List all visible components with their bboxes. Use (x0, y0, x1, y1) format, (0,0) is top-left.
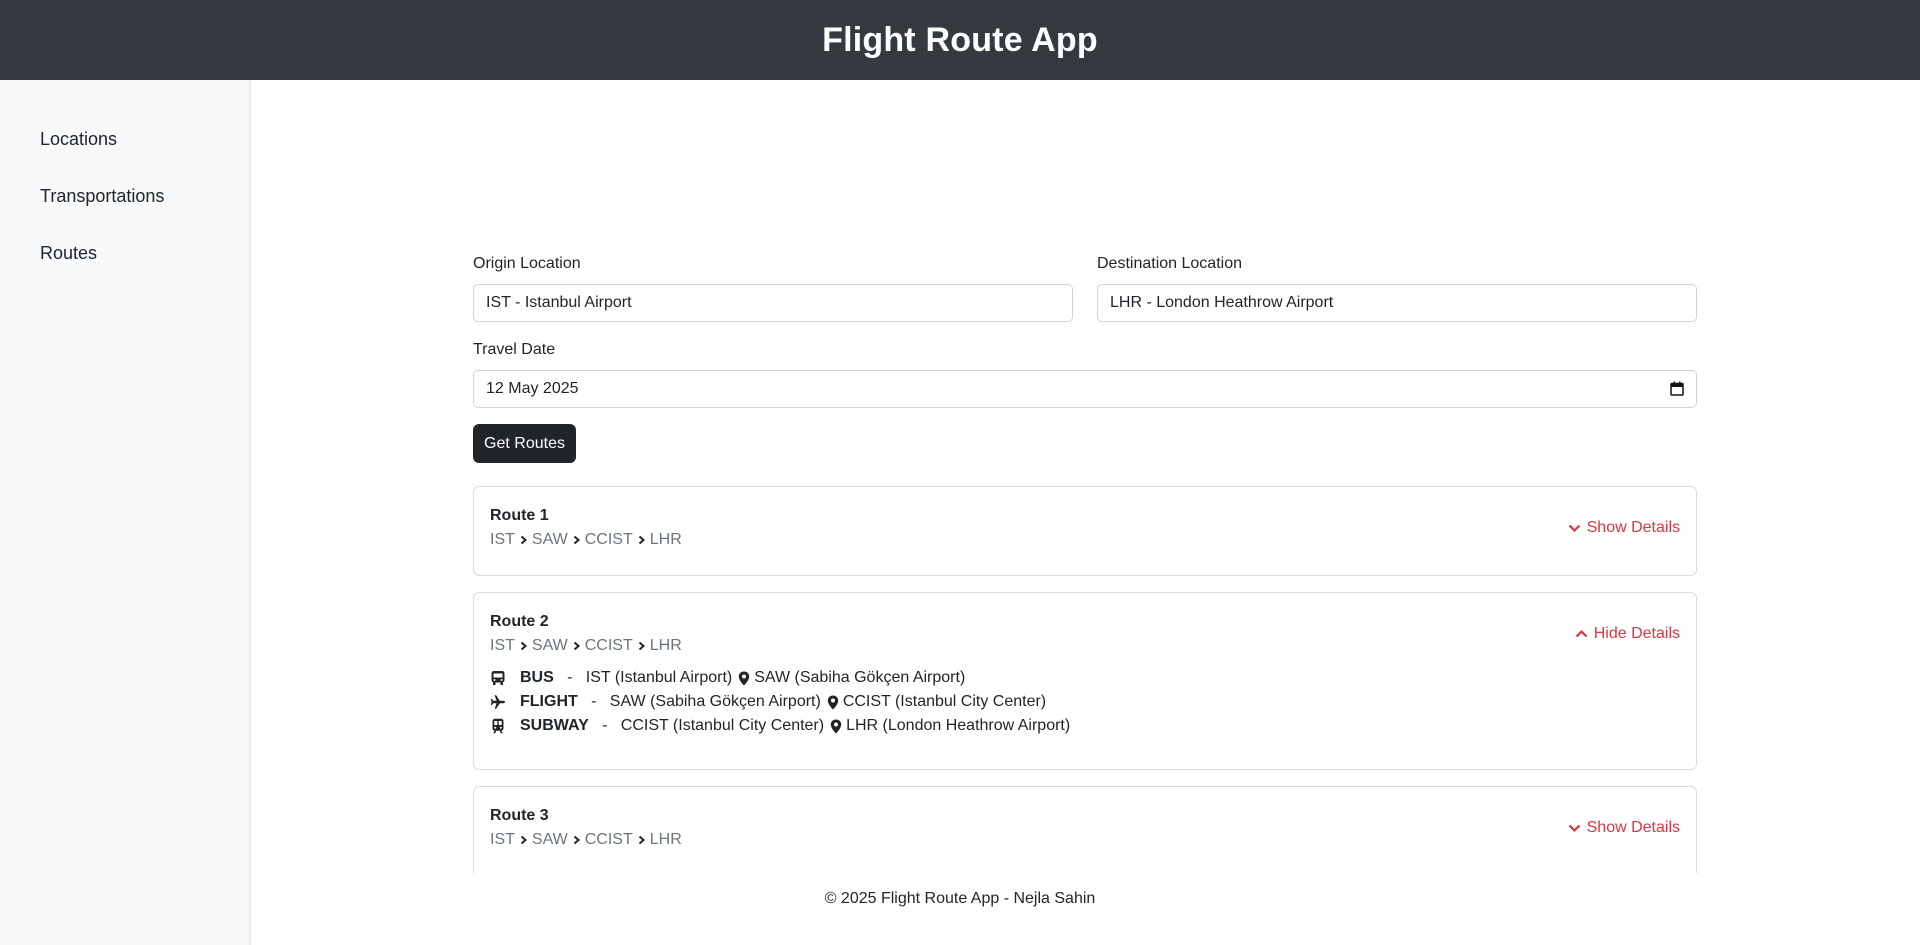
get-routes-button[interactable]: Get Routes (473, 424, 576, 463)
show-details-button[interactable]: Show Details (1568, 819, 1680, 837)
toggle-label: Show Details (1586, 519, 1680, 536)
route-card: Route 3 IST SAW CCIST LHR Show Details (473, 786, 1697, 873)
bus-icon (491, 671, 505, 685)
route-stop: IST (490, 531, 515, 548)
app-title: Flight Route App (822, 20, 1098, 59)
chevron-right-icon (638, 535, 645, 545)
destination-value: LHR - London Heathrow Airport (1110, 294, 1334, 311)
segment-from: SAW (Sabiha Gökçen Airport) (609, 693, 821, 710)
travel-date-label: Travel Date (473, 341, 556, 358)
route-title: Route 2 (490, 613, 549, 630)
route-stop: IST (490, 637, 515, 654)
segment-to: CCIST (Istanbul City Center) (842, 693, 1047, 710)
route-stop: LHR (649, 831, 682, 848)
toggle-label: Show Details (1586, 819, 1680, 836)
route-segment: SUBWAY - CCIST (Istanbul City Center) LH… (490, 717, 1070, 735)
chevron-right-icon (638, 835, 645, 845)
route-segment: FLIGHT - SAW (Sabiha Gökçen Airport) CCI… (490, 693, 1046, 711)
hide-details-button[interactable]: Hide Details (1575, 625, 1680, 643)
page-footer: © 2025 Flight Route App - Nejla Sahin (0, 890, 1920, 908)
travel-date-field[interactable]: 12 May 2025 (473, 370, 1697, 408)
route-stop: LHR (649, 531, 682, 548)
route-path: IST SAW CCIST LHR (490, 531, 682, 549)
route-stop: CCIST (584, 831, 633, 848)
route-path: IST SAW CCIST LHR (490, 831, 682, 849)
route-stop: SAW (531, 531, 568, 548)
route-stop: SAW (531, 637, 568, 654)
train-icon (492, 718, 504, 734)
sidebar-item-locations[interactable]: Locations (40, 129, 117, 150)
route-card: Route 1 IST SAW CCIST LHR Show Details (473, 486, 1697, 576)
destination-label: Destination Location (1097, 255, 1242, 272)
airplane-icon (490, 695, 505, 709)
sidebar-item-routes[interactable]: Routes (40, 243, 97, 264)
route-stop: CCIST (584, 637, 633, 654)
route-stop: LHR (649, 637, 682, 654)
location-pin-icon (830, 719, 842, 733)
origin-label: Origin Location (473, 255, 581, 272)
chevron-right-icon (520, 641, 527, 651)
route-stop: SAW (531, 831, 568, 848)
chevron-right-icon (573, 641, 580, 651)
toggle-label: Hide Details (1593, 625, 1680, 642)
chevron-down-icon (1568, 824, 1580, 833)
route-segment: BUS - IST (Istanbul Airport) SAW (Sabiha… (490, 669, 965, 687)
route-stop: IST (490, 831, 515, 848)
chevron-right-icon (520, 535, 527, 545)
origin-field[interactable]: IST - Istanbul Airport (473, 284, 1073, 322)
segment-from: IST (Istanbul Airport) (585, 669, 733, 686)
footer-text: © 2025 Flight Route App - Nejla Sahin (824, 890, 1096, 907)
sidebar: Locations Transportations Routes (0, 80, 251, 945)
segment-to: LHR (London Heathrow Airport) (846, 717, 1071, 734)
segment-mode: BUS (520, 669, 554, 686)
route-stop: CCIST (584, 531, 633, 548)
chevron-down-icon (1568, 524, 1580, 533)
route-card: Route 2 IST SAW CCIST LHR Hide Details B… (473, 592, 1697, 770)
chevron-right-icon (638, 641, 645, 651)
app-header: Flight Route App (0, 0, 1920, 80)
chevron-up-icon (1575, 629, 1588, 638)
route-title: Route 1 (490, 507, 549, 524)
chevron-right-icon (573, 535, 580, 545)
origin-value: IST - Istanbul Airport (486, 294, 632, 311)
route-title: Route 3 (490, 807, 549, 824)
chevron-right-icon (520, 835, 527, 845)
route-path: IST SAW CCIST LHR (490, 637, 682, 655)
location-pin-icon (739, 671, 750, 685)
destination-field[interactable]: LHR - London Heathrow Airport (1097, 284, 1697, 322)
calendar-icon[interactable] (1670, 381, 1684, 396)
chevron-right-icon (573, 835, 580, 845)
segment-to: SAW (Sabiha Gökçen Airport) (754, 669, 966, 686)
segment-mode: FLIGHT (520, 693, 578, 710)
segment-from: CCIST (Istanbul City Center) (620, 717, 825, 734)
route-results: Route 1 IST SAW CCIST LHR Show Details R… (473, 486, 1697, 873)
sidebar-item-transportations[interactable]: Transportations (40, 186, 164, 207)
segment-mode: SUBWAY (520, 717, 589, 734)
travel-date-value: 12 May 2025 (486, 380, 579, 397)
show-details-button[interactable]: Show Details (1568, 519, 1680, 537)
location-pin-icon (827, 695, 839, 709)
